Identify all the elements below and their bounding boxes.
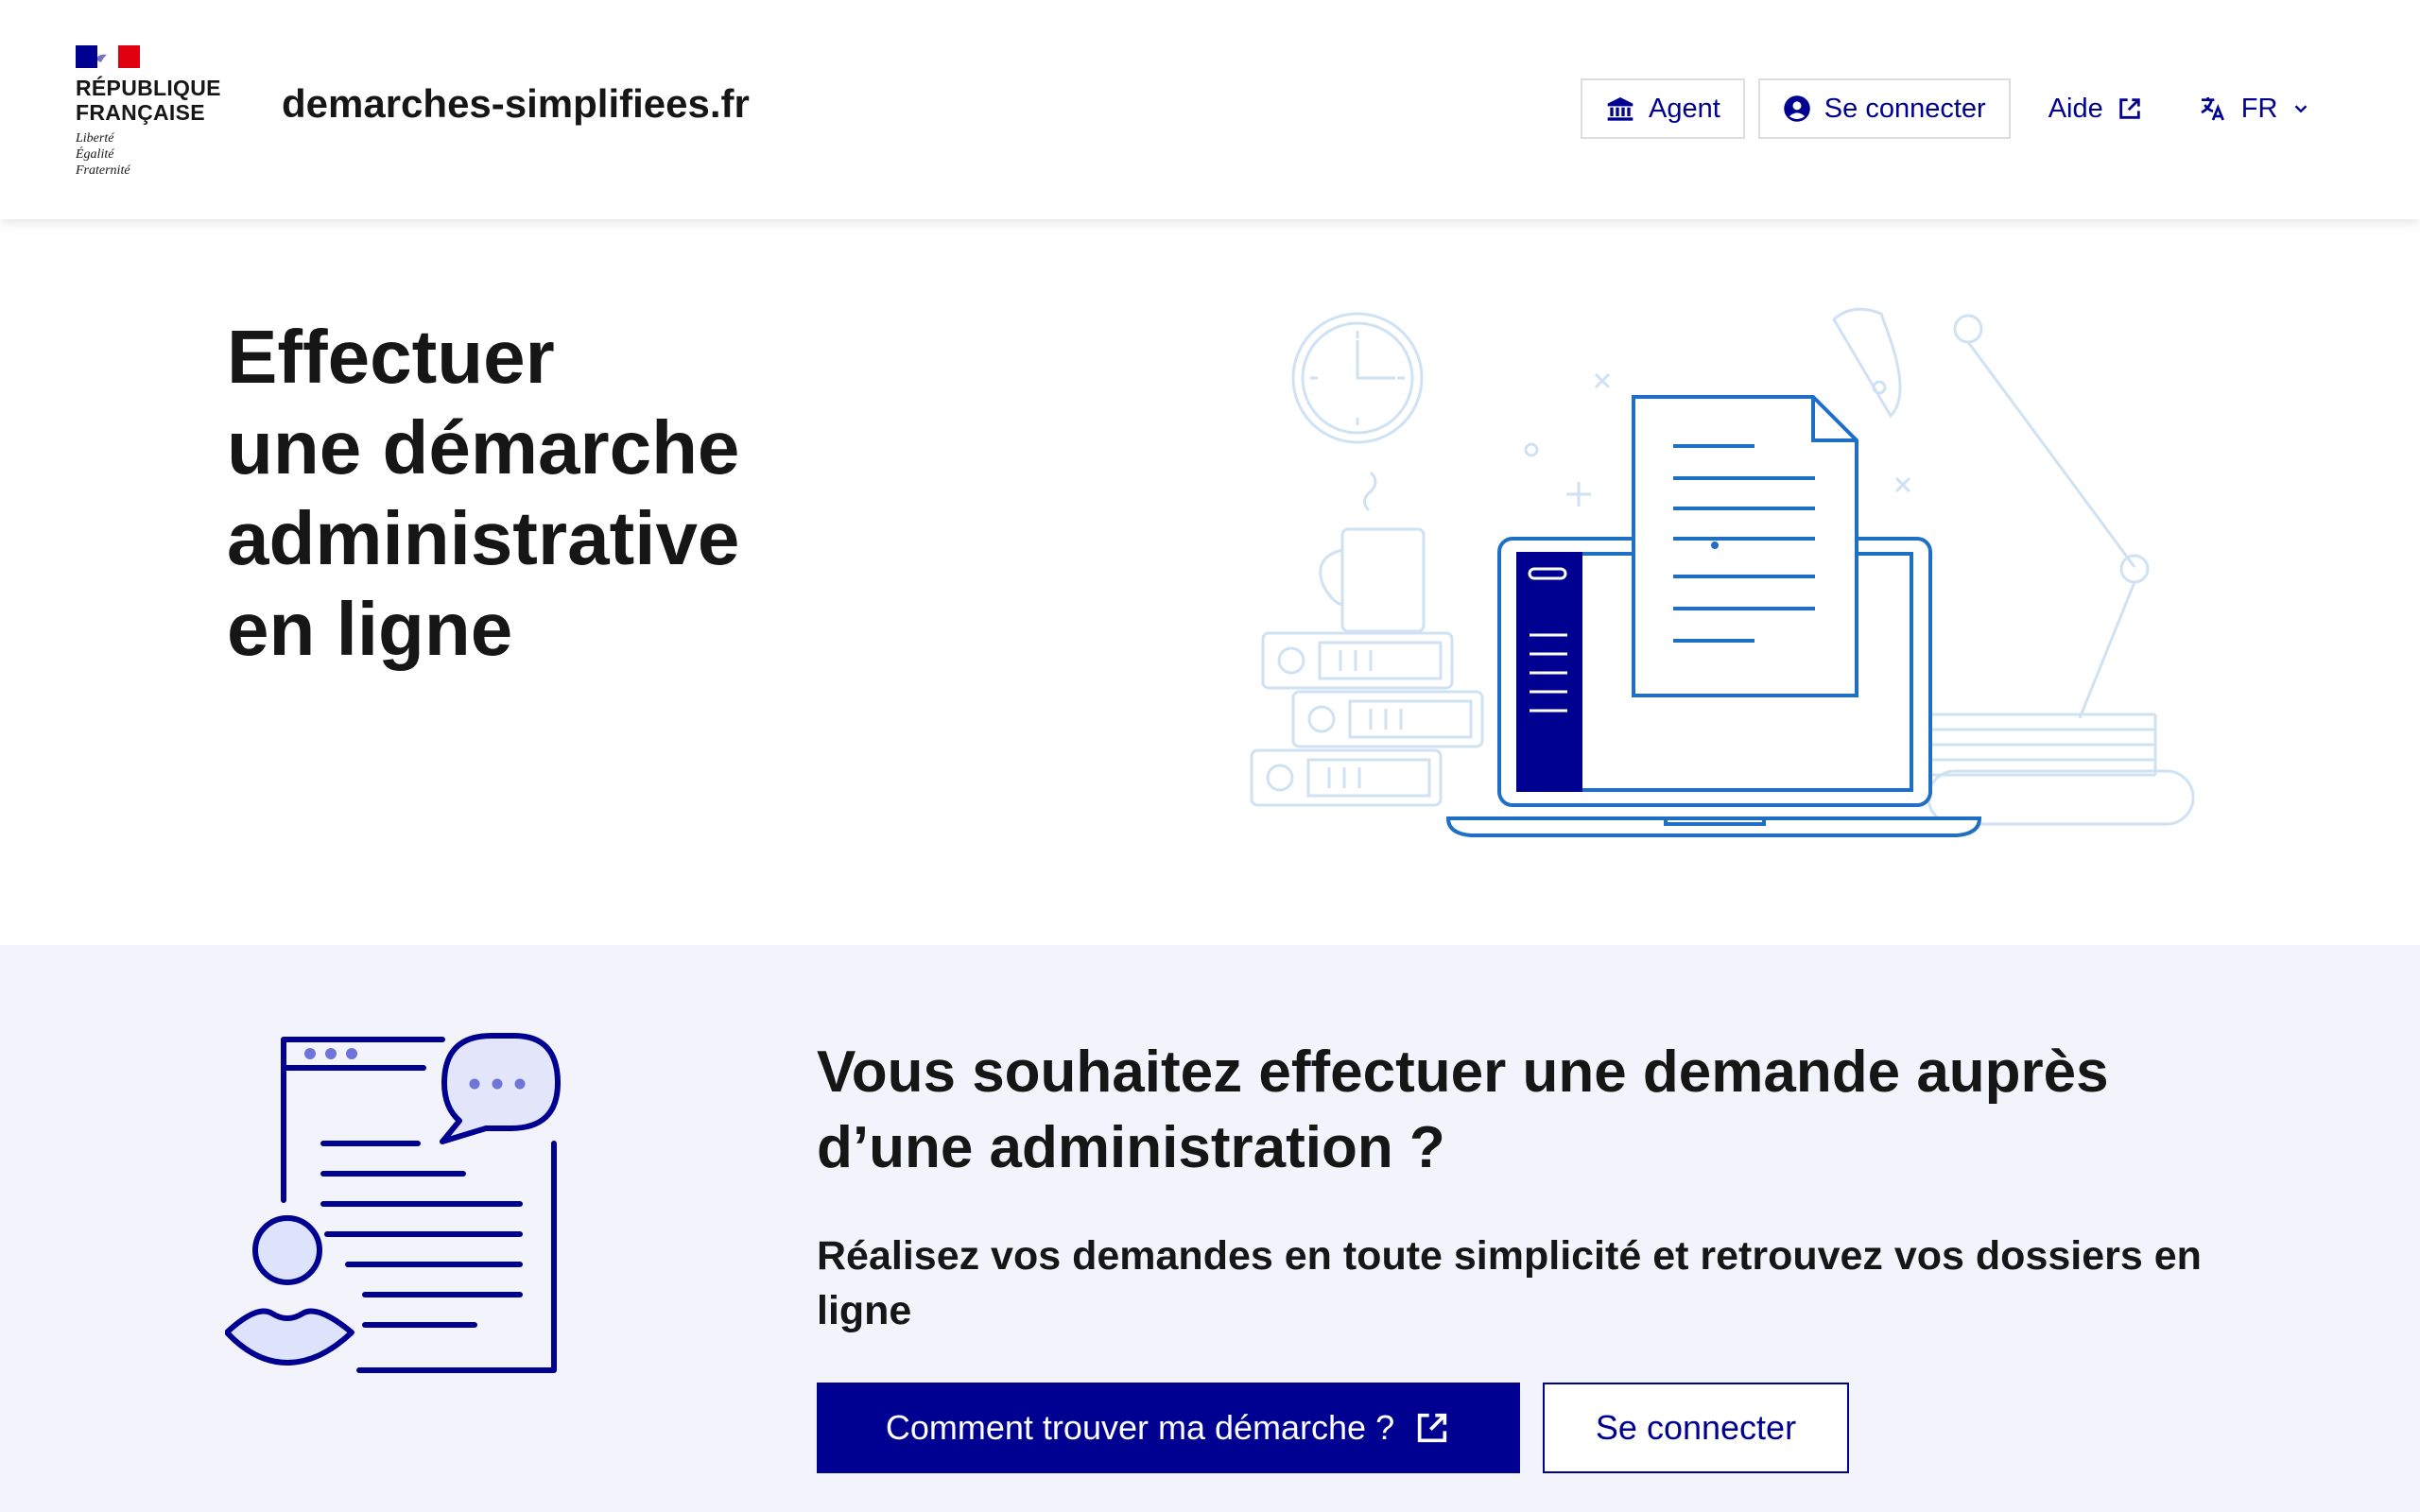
find-procedure-label: Comment trouver ma démarche ?	[885, 1408, 1395, 1447]
account-circle-icon	[1784, 95, 1810, 122]
external-link-icon	[2119, 98, 2140, 119]
info-subtitle: Réalisez vos demandes en toute simplicit…	[817, 1233, 2202, 1333]
laptop-desk-illustration	[1250, 307, 2195, 837]
bank-icon	[1607, 97, 1634, 121]
site-header: RÉPUBLIQUE FRANÇAISE Liberté Égalité Fra…	[0, 0, 2420, 219]
login-button[interactable]: Se connecter	[1757, 78, 2011, 139]
hero-title: Effectuer une démarche administrative en…	[227, 315, 740, 671]
republique-motto: Liberté Égalité Fraternité	[76, 131, 130, 178]
marianne-flag-icon	[76, 45, 141, 68]
language-selector[interactable]: FR	[2198, 94, 2312, 125]
translate-icon	[2201, 97, 2224, 121]
info-title: Vous souhaitez effectuer une demande aup…	[817, 1040, 2109, 1180]
language-label: FR	[2240, 93, 2278, 124]
login-secondary-button[interactable]: Se connecter	[1543, 1383, 1849, 1473]
agent-button[interactable]: Agent	[1581, 78, 1745, 139]
header-tools-nav: Agent Se connecter Aide FR	[1581, 78, 2311, 139]
republique-francaise-logo[interactable]: RÉPUBLIQUE FRANÇAISE Liberté Égalité Fra…	[76, 45, 236, 179]
help-link[interactable]: Aide	[2048, 94, 2143, 125]
chevron-down-icon	[2295, 105, 2308, 113]
login-label: Se connecter	[1824, 93, 1986, 124]
help-label: Aide	[2048, 93, 2103, 124]
find-procedure-button[interactable]: Comment trouver ma démarche ?	[817, 1383, 1520, 1473]
agent-label: Agent	[1649, 93, 1720, 124]
user-chat-illustration	[225, 1033, 561, 1373]
republique-name: RÉPUBLIQUE FRANÇAISE	[76, 76, 221, 125]
site-title[interactable]: demarches-simplifiees.fr	[282, 81, 750, 127]
external-link-icon	[1417, 1413, 1447, 1443]
